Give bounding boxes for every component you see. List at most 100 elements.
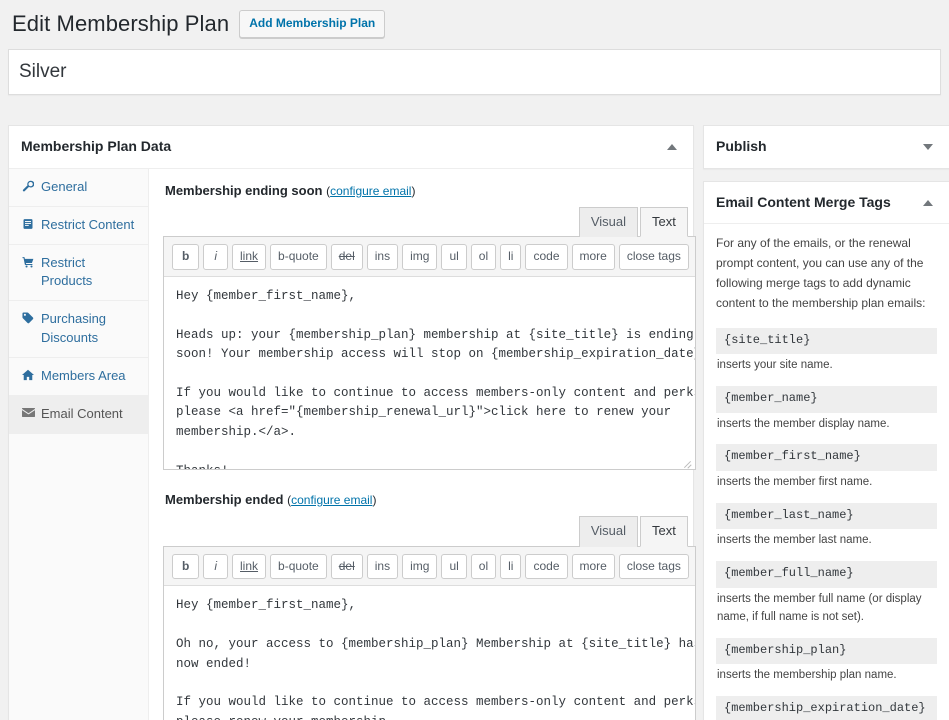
qt-button-more[interactable]: more <box>572 554 615 580</box>
merge-tag-desc: inserts the member display name. <box>717 416 937 434</box>
quicktags-toolbar: b i link b-quote del ins img ul ol li <box>164 237 695 276</box>
qt-button-ins[interactable]: ins <box>367 554 398 580</box>
merge-tag-desc: inserts the member full name (or display… <box>717 591 937 627</box>
merge-tag-code: {membership_plan} <box>716 638 937 665</box>
plan-data-header[interactable]: Membership Plan Data <box>9 126 693 169</box>
columns: Membership Plan Data General <box>8 125 941 720</box>
publish-header[interactable]: Publish <box>704 126 949 168</box>
plan-data-title: Membership Plan Data <box>21 137 171 157</box>
merge-tag-code: {site_title} <box>716 328 937 355</box>
merge-tags-title: Email Content Merge Tags <box>716 193 891 213</box>
email-field-label: Membership ended (configure email) <box>165 492 696 507</box>
chevron-up-icon[interactable] <box>667 144 677 150</box>
merge-tags-box: Email Content Merge Tags For any of the … <box>703 181 949 720</box>
qt-button-ins[interactable]: ins <box>367 244 398 270</box>
qt-button-code[interactable]: code <box>525 244 567 270</box>
editor-tabs: Visual Text <box>163 207 696 237</box>
qt-button-b[interactable]: b <box>172 554 199 580</box>
qt-button-del[interactable]: del <box>331 554 363 580</box>
label-text: Membership ended <box>165 492 283 507</box>
merge-tag-desc: inserts the member last name. <box>717 532 937 550</box>
qt-button-more[interactable]: more <box>572 244 615 270</box>
merge-tag-desc: inserts your site name. <box>717 357 937 375</box>
merge-tag-code: {member_full_name} <box>716 561 937 588</box>
qt-button-ul[interactable]: ul <box>441 244 466 270</box>
email-content-textarea[interactable] <box>164 276 695 469</box>
qt-button-img[interactable]: img <box>402 554 437 580</box>
chevron-up-icon[interactable] <box>923 200 933 206</box>
tab-visual[interactable]: Visual <box>579 207 638 238</box>
qt-button-b[interactable]: b <box>172 244 199 270</box>
editor-box: b i link b-quote del ins img ul ol li <box>163 546 696 720</box>
merge-tag-item: {membership_expiration_date} inserts the… <box>716 696 937 720</box>
nav-label: Restrict Products <box>41 254 138 292</box>
tag-icon <box>21 310 35 326</box>
qt-button-li[interactable]: li <box>500 554 521 580</box>
publish-box: Publish <box>703 125 949 169</box>
nav-label: Restrict Content <box>41 216 138 235</box>
qt-button-link[interactable]: link <box>232 554 266 580</box>
qt-button-ul[interactable]: ul <box>441 554 466 580</box>
publish-title: Publish <box>716 137 767 157</box>
qt-button-bquote[interactable]: b-quote <box>270 554 327 580</box>
cart-icon <box>21 254 35 270</box>
merge-tag-item: {member_name} inserts the member display… <box>716 386 937 433</box>
merge-tag-code: {member_last_name} <box>716 503 937 530</box>
qt-button-close-tags[interactable]: close tags <box>619 244 689 270</box>
plan-data-body: General Restrict Content R <box>9 169 693 720</box>
merge-tags-header[interactable]: Email Content Merge Tags <box>704 182 949 225</box>
qt-button-ol[interactable]: ol <box>471 554 496 580</box>
merge-tag-code: {member_first_name} <box>716 444 937 471</box>
qt-button-close-tags[interactable]: close tags <box>619 554 689 580</box>
merge-tag-desc: inserts the membership plan name. <box>717 667 937 685</box>
membership-plan-data-box: Membership Plan Data General <box>8 125 694 720</box>
admin-page: Edit Membership Plan Add Membership Plan… <box>0 0 949 720</box>
merge-tag-code: {member_name} <box>716 386 937 413</box>
nav-item-email-content[interactable]: Email Content <box>9 396 148 434</box>
chevron-down-icon[interactable] <box>923 144 933 150</box>
email-field-ended: Membership ended (configure email) Visua… <box>163 492 696 720</box>
editor-box: b i link b-quote del ins img ul ol li <box>163 236 696 470</box>
qt-button-i[interactable]: i <box>203 244 228 270</box>
plan-title-wrap <box>8 49 941 96</box>
wrench-icon <box>21 178 35 194</box>
tab-text[interactable]: Text <box>640 516 688 547</box>
email-field-ending-soon: Membership ending soon (configure email)… <box>163 183 696 470</box>
nav-item-restrict-products[interactable]: Restrict Products <box>9 245 148 302</box>
qt-button-del[interactable]: del <box>331 244 363 270</box>
tab-text[interactable]: Text <box>640 207 688 238</box>
nav-item-members-area[interactable]: Members Area <box>9 358 148 396</box>
nav-label: Email Content <box>41 405 138 424</box>
email-content-textarea[interactable] <box>164 585 695 720</box>
nav-item-purchasing-discounts[interactable]: Purchasing Discounts <box>9 301 148 358</box>
plan-data-nav: General Restrict Content R <box>9 169 149 720</box>
label-text: Membership ending soon <box>165 183 322 198</box>
page-title: Edit Membership Plan <box>12 10 229 39</box>
merge-tag-item: {member_first_name} inserts the member f… <box>716 444 937 491</box>
tab-visual[interactable]: Visual <box>579 516 638 547</box>
side-column: Publish Email Content Merge Tags For any… <box>703 125 949 720</box>
editor-tabs: Visual Text <box>163 516 696 546</box>
plan-title-input[interactable] <box>9 50 940 95</box>
qt-button-code[interactable]: code <box>525 554 567 580</box>
qt-button-img[interactable]: img <box>402 244 437 270</box>
qt-button-li[interactable]: li <box>500 244 521 270</box>
qt-button-i[interactable]: i <box>203 554 228 580</box>
qt-button-bquote[interactable]: b-quote <box>270 244 327 270</box>
nav-item-restrict-content[interactable]: Restrict Content <box>9 207 148 245</box>
nav-label: General <box>41 178 138 197</box>
qt-button-link[interactable]: link <box>232 244 266 270</box>
merge-tag-desc: inserts the member first name. <box>717 474 937 492</box>
page-header: Edit Membership Plan Add Membership Plan <box>8 8 941 49</box>
add-membership-plan-button[interactable]: Add Membership Plan <box>239 10 385 38</box>
qt-button-ol[interactable]: ol <box>471 244 496 270</box>
email-content-panel: Membership ending soon (configure email)… <box>149 169 710 720</box>
email-field-label: Membership ending soon (configure email) <box>165 183 696 198</box>
merge-tag-item: {member_last_name} inserts the member la… <box>716 503 937 550</box>
nav-item-general[interactable]: General <box>9 169 148 207</box>
configure-email-link[interactable]: configure email <box>330 184 411 198</box>
merge-tag-item: {member_full_name} inserts the member fu… <box>716 561 937 626</box>
configure-email-link[interactable]: configure email <box>291 493 372 507</box>
document-icon <box>21 216 35 232</box>
quicktags-toolbar: b i link b-quote del ins img ul ol li <box>164 547 695 586</box>
